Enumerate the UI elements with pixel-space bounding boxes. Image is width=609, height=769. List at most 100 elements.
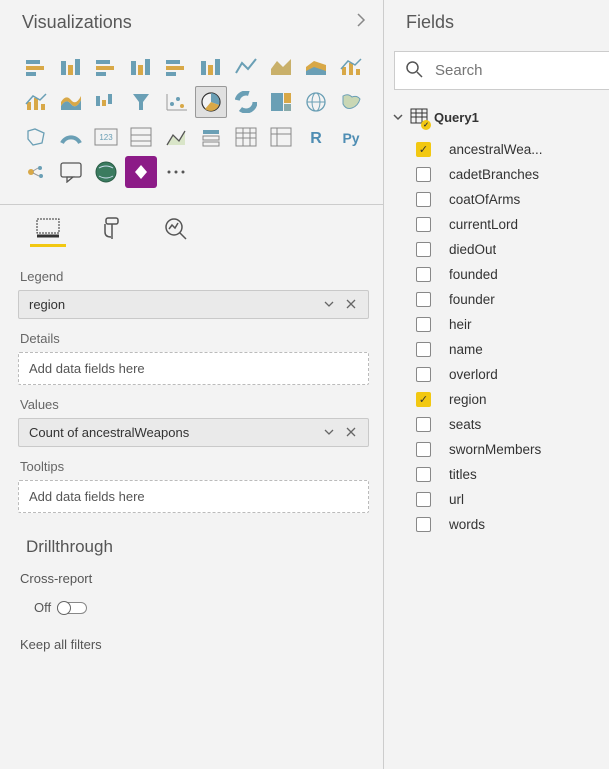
viz-stacked-column[interactable] [55,51,87,83]
field-row[interactable]: coatOfArms [416,187,609,212]
field-row[interactable]: seats [416,412,609,437]
search-box[interactable] [394,51,609,90]
legend-value: region [29,297,318,312]
viz-line-stacked-column[interactable] [20,86,52,118]
viz-filled-map[interactable] [335,86,367,118]
keep-all-filters-label: Keep all filters [18,615,369,652]
field-checkbox[interactable] [416,467,431,482]
viz-treemap[interactable] [265,86,297,118]
viz-line-clustered-column[interactable] [335,51,367,83]
viz-r-visual[interactable]: R [300,121,332,153]
viz-clustered-column[interactable] [125,51,157,83]
viz-qna[interactable] [55,156,87,188]
field-checkbox[interactable] [416,167,431,182]
viz-key-influencers[interactable] [20,156,52,188]
field-label: words [449,517,485,532]
dropdown-icon[interactable] [318,298,340,312]
viz-donut[interactable] [230,86,262,118]
field-checkbox[interactable] [416,192,431,207]
field-checkbox[interactable]: ✓ [416,392,431,407]
details-well[interactable]: Add data fields here [18,352,369,385]
viz-scatter[interactable] [160,86,192,118]
field-row[interactable]: ✓ ancestralWea... [416,137,609,162]
viz-gauge[interactable] [55,121,87,153]
field-label: ancestralWea... [449,142,543,157]
viz-100-stacked-bar[interactable] [160,51,192,83]
viz-ribbon[interactable] [55,86,87,118]
viz-line[interactable] [230,51,262,83]
visualizations-title: Visualizations [22,12,132,33]
field-checkbox[interactable] [416,217,431,232]
remove-icon[interactable] [340,298,362,312]
viz-arcgis[interactable] [90,156,122,188]
field-row[interactable]: swornMembers [416,437,609,462]
field-checkbox[interactable] [416,317,431,332]
viz-table[interactable] [230,121,262,153]
field-row[interactable]: founder [416,287,609,312]
viz-card[interactable]: 123 [90,121,122,153]
viz-slicer[interactable] [195,121,227,153]
table-header[interactable]: ✓ Query1 [384,100,609,133]
viz-multi-row-card[interactable] [125,121,157,153]
field-row[interactable]: currentLord [416,212,609,237]
field-row[interactable]: diedOut [416,237,609,262]
fields-tab[interactable] [30,219,66,247]
viz-py-visual[interactable]: Py [335,121,367,153]
values-well[interactable]: Count of ancestralWeapons [18,418,369,447]
viz-matrix[interactable] [265,121,297,153]
legend-well[interactable]: region [18,290,369,319]
viz-waterfall[interactable] [90,86,122,118]
field-label: heir [449,317,472,332]
field-row[interactable]: titles [416,462,609,487]
toggle-state: Off [34,600,51,615]
field-row[interactable]: heir [416,312,609,337]
field-row[interactable]: cadetBranches [416,162,609,187]
field-checkbox[interactable] [416,367,431,382]
analytics-tab[interactable] [158,219,194,247]
field-checkbox[interactable] [416,492,431,507]
field-checkbox[interactable] [416,517,431,532]
field-row[interactable]: founded [416,262,609,287]
field-row[interactable]: url [416,487,609,512]
viz-pie[interactable] [195,86,227,118]
viz-stacked-bar[interactable] [20,51,52,83]
table-icon: ✓ [410,108,428,127]
field-label: swornMembers [449,442,541,457]
field-checkbox[interactable] [416,417,431,432]
table-name: Query1 [434,110,479,125]
viz-clustered-bar[interactable] [90,51,122,83]
viz-power-apps[interactable] [125,156,157,188]
chevron-down-icon [392,110,404,125]
chevron-right-icon[interactable] [355,12,367,33]
tooltips-well[interactable]: Add data fields here [18,480,369,513]
field-checkbox[interactable] [416,292,431,307]
viz-100-stacked-column[interactable] [195,51,227,83]
field-checkbox[interactable] [416,242,431,257]
field-checkbox[interactable]: ✓ [416,142,431,157]
cross-report-label: Cross-report [18,565,369,586]
visualizations-header: Visualizations [0,0,383,51]
field-label: region [449,392,487,407]
viz-area[interactable] [265,51,297,83]
field-row[interactable]: ✓ region [416,387,609,412]
field-checkbox[interactable] [416,442,431,457]
viz-stacked-area[interactable] [300,51,332,83]
field-row[interactable]: name [416,337,609,362]
viz-shape-map[interactable] [20,121,52,153]
field-checkbox[interactable] [416,342,431,357]
cross-report-toggle[interactable]: Off [18,586,369,615]
viz-more[interactable] [160,156,192,188]
dropdown-icon[interactable] [318,426,340,440]
viz-map[interactable] [300,86,332,118]
values-value: Count of ancestralWeapons [29,425,318,440]
field-row[interactable]: overlord [416,362,609,387]
search-input[interactable] [433,61,609,80]
viz-funnel[interactable] [125,86,157,118]
viz-kpi[interactable] [160,121,192,153]
field-row[interactable]: words [416,512,609,537]
toggle-track [57,602,87,614]
format-tab[interactable] [94,219,130,247]
field-checkbox[interactable] [416,267,431,282]
remove-icon[interactable] [340,426,362,440]
fields-title: Fields [406,12,454,33]
